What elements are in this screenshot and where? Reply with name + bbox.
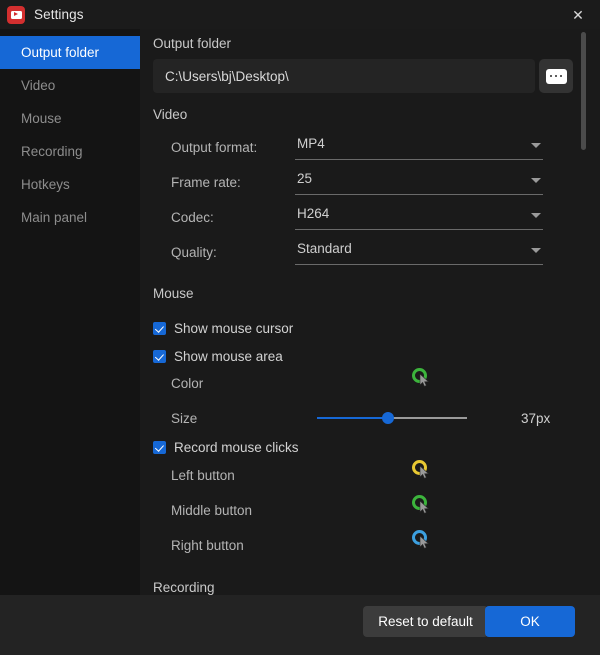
dropdown-value: Standard xyxy=(297,241,352,256)
sidebar-item-label: Video xyxy=(21,78,56,93)
color-swatch-left-button[interactable] xyxy=(412,460,434,482)
chevron-down-icon xyxy=(531,213,541,218)
output-folder-path-input[interactable]: C:\Users\bj\Desktop\ xyxy=(153,59,535,93)
sidebar-item-label: Hotkeys xyxy=(21,177,70,192)
cursor-arrow-icon xyxy=(419,466,430,479)
browse-folder-button[interactable] xyxy=(539,59,573,93)
color-swatch-middle-button[interactable] xyxy=(412,495,434,517)
label-left-button: Left button xyxy=(171,468,235,483)
label-frame-rate: Frame rate: xyxy=(171,175,241,190)
checkbox-show-mouse-cursor[interactable]: Show mouse cursor xyxy=(153,321,293,336)
sidebar-item-label: Recording xyxy=(21,144,83,159)
chevron-down-icon xyxy=(531,178,541,183)
settings-content-pane: Output folder C:\Users\bj\Desktop\ Video… xyxy=(140,29,600,595)
ok-button[interactable]: OK xyxy=(485,606,575,637)
section-heading-recording: Recording xyxy=(153,580,215,595)
dropdown-value: H264 xyxy=(297,206,330,221)
cursor-arrow-icon xyxy=(419,374,430,387)
title-bar: Settings ✕ xyxy=(0,0,600,29)
sidebar-item-label: Output folder xyxy=(21,45,100,60)
color-swatch-right-button[interactable] xyxy=(412,530,434,552)
chevron-down-icon xyxy=(531,143,541,148)
section-heading-mouse: Mouse xyxy=(153,286,194,301)
checkbox-show-mouse-area[interactable]: Show mouse area xyxy=(153,349,283,364)
section-heading-video: Video xyxy=(153,107,188,122)
sidebar-item-mouse[interactable]: Mouse xyxy=(0,102,140,135)
dropdown-value: MP4 xyxy=(297,136,325,151)
section-heading-output-folder: Output folder xyxy=(153,36,232,51)
slider-thumb[interactable] xyxy=(381,412,394,424)
checkbox-label: Show mouse area xyxy=(174,349,283,364)
sidebar-item-label: Mouse xyxy=(21,111,62,126)
label-mouse-area-color: Color xyxy=(171,376,204,391)
checkbox-checked-icon xyxy=(153,441,166,454)
dropdown-output-format[interactable]: MP4 xyxy=(295,134,543,160)
checkbox-label: Show mouse cursor xyxy=(174,321,294,336)
checkbox-checked-icon xyxy=(153,350,166,363)
label-mouse-area-size: Size xyxy=(171,411,198,426)
label-codec: Codec: xyxy=(171,210,214,225)
reset-to-default-button[interactable]: Reset to default xyxy=(363,606,488,637)
slider-fill xyxy=(317,417,388,419)
checkbox-checked-icon xyxy=(153,322,166,335)
video-camera-icon xyxy=(7,5,25,24)
sidebar-item-recording[interactable]: Recording xyxy=(0,135,140,168)
dialog-footer: Reset to default OK xyxy=(0,595,600,655)
sidebar-item-hotkeys[interactable]: Hotkeys xyxy=(0,168,140,201)
sidebar: Output folder Video Mouse Recording Hotk… xyxy=(0,29,140,595)
chevron-down-icon xyxy=(531,248,541,253)
cursor-arrow-icon xyxy=(419,501,430,514)
checkbox-record-mouse-clicks[interactable]: Record mouse clicks xyxy=(153,440,299,455)
dropdown-quality[interactable]: Standard xyxy=(295,239,543,265)
sidebar-item-label: Main panel xyxy=(21,210,88,225)
slider-value-label: 37px xyxy=(521,411,551,426)
settings-window: Settings ✕ Output folder Video Mouse Rec… xyxy=(0,0,600,655)
checkbox-label: Record mouse clicks xyxy=(174,440,299,455)
cursor-arrow-icon xyxy=(419,536,430,549)
dropdown-frame-rate[interactable]: 25 xyxy=(295,169,543,195)
sidebar-item-output-folder[interactable]: Output folder xyxy=(0,36,140,69)
dropdown-value: 25 xyxy=(297,171,313,186)
scrollbar-thumb[interactable] xyxy=(581,32,586,150)
label-output-format: Output format: xyxy=(171,140,258,155)
sidebar-item-video[interactable]: Video xyxy=(0,69,140,102)
label-quality: Quality: xyxy=(171,245,217,260)
color-swatch-mouse-area[interactable] xyxy=(412,368,434,390)
content-scrollbar[interactable] xyxy=(581,32,586,592)
label-right-button: Right button xyxy=(171,538,244,553)
close-icon[interactable]: ✕ xyxy=(556,0,600,29)
label-middle-button: Middle button xyxy=(171,503,253,518)
sidebar-item-main-panel[interactable]: Main panel xyxy=(0,201,140,234)
ellipsis-icon xyxy=(545,68,567,84)
dropdown-codec[interactable]: H264 xyxy=(295,204,543,230)
window-title: Settings xyxy=(34,7,84,22)
